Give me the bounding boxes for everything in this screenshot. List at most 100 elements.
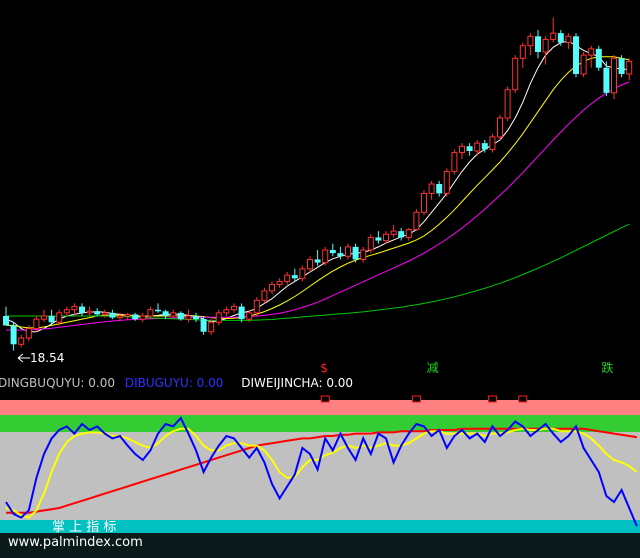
candle-body	[147, 309, 154, 317]
candle-body	[595, 48, 602, 68]
diwei-label: DIWEIJINCHA: 0.00	[241, 376, 353, 390]
candle-body	[367, 236, 374, 251]
band-top	[0, 400, 640, 415]
candle-body	[253, 299, 260, 314]
candle-body	[193, 316, 199, 320]
candle-body	[618, 58, 625, 74]
candle-body	[124, 313, 131, 317]
candle-body	[155, 309, 161, 312]
candle-body	[481, 143, 488, 150]
stock-chart: 18.54 $ 减 跌 DINGBUQUYU: 0.00 DIBUGUYU: 0.0…	[0, 0, 640, 558]
footer-url: www.palmindex.com	[8, 535, 143, 550]
signal-label: $	[320, 361, 328, 375]
candle-body	[132, 314, 139, 320]
candle-body	[231, 306, 237, 311]
candle-body	[573, 36, 579, 74]
candle-body	[489, 136, 496, 150]
top-marker	[518, 395, 528, 403]
candle-body	[139, 315, 146, 320]
candle-body	[94, 311, 101, 315]
candle-body	[527, 35, 534, 47]
candle	[573, 33, 579, 78]
low-price-label: 18.54	[30, 351, 64, 365]
candle-body	[398, 231, 405, 238]
candle	[595, 45, 602, 71]
candle-body	[459, 145, 465, 154]
candle-body	[56, 312, 63, 323]
footer-title: 掌 上 指 标	[52, 520, 116, 535]
candle-body	[474, 142, 481, 152]
candle-body	[63, 309, 70, 314]
candle-body	[170, 312, 177, 317]
candle	[451, 149, 458, 175]
candle-body	[307, 258, 313, 270]
candle-body	[3, 316, 9, 326]
candle	[512, 55, 519, 93]
candle-body	[519, 45, 526, 59]
candle-body	[215, 312, 222, 323]
candle-body	[208, 321, 215, 333]
candle-body	[375, 237, 382, 241]
candle	[413, 209, 420, 232]
candle-body	[200, 319, 207, 332]
candle-body	[421, 192, 427, 213]
candle-body	[223, 309, 230, 314]
candle-body	[276, 280, 283, 286]
candle-body	[443, 170, 450, 194]
candle-body	[329, 250, 336, 254]
candle	[497, 114, 503, 140]
candle	[618, 55, 625, 78]
top-marker	[411, 395, 421, 403]
svg-text:DINGBUQUYU: 0.00 DIBUGUY: DINGBUQUYU: 0.00 DIBUGUYU: 0.00 DIWEIJIN…	[0, 376, 353, 390]
candle-body	[25, 328, 32, 339]
candle-body	[322, 249, 329, 264]
candle-body	[238, 306, 245, 320]
candle-body	[580, 54, 587, 75]
candle-body	[428, 183, 435, 194]
candle-body	[10, 325, 17, 345]
candle	[504, 86, 511, 122]
candle	[489, 133, 496, 153]
candle-body	[360, 249, 367, 260]
candle-body	[611, 57, 617, 94]
indicator-header: DINGBUQUYU: 0.00 DIBUGUYU: 0.00 DIWEIJIN…	[0, 376, 353, 390]
signal-label: 减	[427, 361, 439, 375]
candle-body	[79, 306, 85, 313]
candle	[421, 190, 427, 216]
candle	[253, 297, 260, 316]
candle-body	[413, 211, 420, 231]
candle-body	[451, 152, 458, 172]
dingbu-label: DINGBUQUYU: 0.00	[0, 376, 115, 390]
candle-body	[626, 60, 633, 75]
candle-body	[535, 36, 541, 52]
candle-body	[299, 268, 306, 279]
dibu-label: DIBUGUYU: 0.00	[125, 376, 224, 390]
candle	[611, 55, 617, 100]
top-marker	[320, 395, 330, 403]
candle-body	[117, 315, 123, 319]
candle-body	[383, 233, 389, 242]
candle-body	[405, 229, 412, 238]
candle-body	[185, 315, 192, 320]
candle	[443, 168, 450, 197]
candle-body	[41, 315, 47, 320]
candle-body	[436, 184, 443, 194]
candle-body	[291, 275, 298, 279]
candle-body	[246, 312, 253, 320]
candle-body	[352, 246, 359, 260]
candle-body	[109, 312, 116, 318]
candle	[367, 234, 374, 254]
candle-body	[33, 318, 40, 330]
candle-body	[261, 290, 268, 301]
candle-body	[504, 89, 511, 119]
candle-body	[162, 311, 169, 316]
candle-body	[542, 38, 549, 53]
candle-body	[18, 337, 25, 345]
candle-body	[345, 246, 351, 257]
candle-body	[588, 48, 595, 56]
candle	[580, 52, 587, 78]
candle-body	[86, 310, 93, 314]
candle-body	[314, 259, 321, 263]
candle-body	[550, 32, 557, 40]
candle-body	[177, 312, 184, 320]
